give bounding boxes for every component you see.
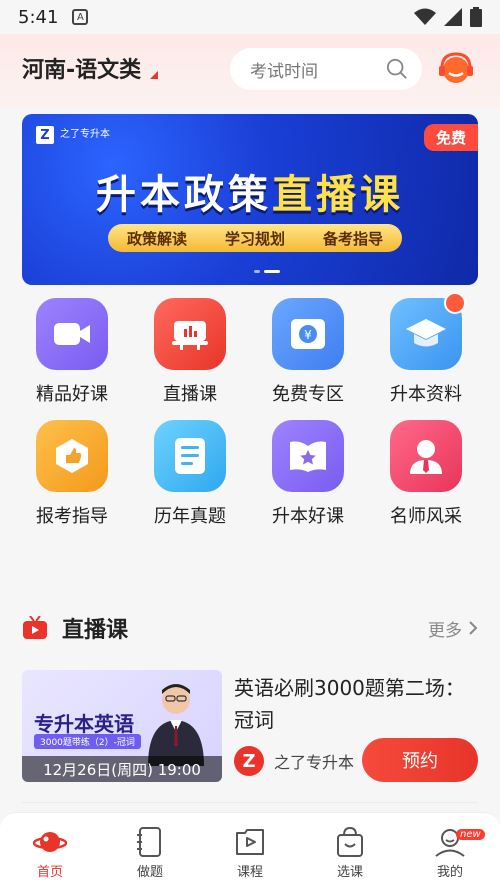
search-placeholder[interactable]: 考试时间 (250, 57, 386, 82)
grid-item-quality-courses[interactable]: 精品好课 (13, 298, 131, 406)
video-camera-icon[interactable] (36, 298, 108, 370)
banner-logo-text: 之了专升本 (60, 129, 110, 140)
live-section-header: 直播课 更多 (22, 608, 478, 648)
tab-practice[interactable]: 做题 (100, 813, 200, 888)
grid-item-live[interactable]: 直播课 (131, 298, 249, 406)
search-icon[interactable] (386, 58, 408, 80)
grid-item-application-guide[interactable]: 报考指导 (13, 420, 131, 528)
grid-label: 升本资料 (390, 384, 462, 405)
reserve-button[interactable]: 预约 (362, 738, 478, 782)
course-org: Z 之了专升本 (234, 746, 354, 776)
more-link[interactable]: 更多 (428, 616, 478, 641)
live-board-icon[interactable] (154, 298, 226, 370)
play-icon[interactable] (233, 825, 267, 859)
header: 河南-语文类 考试时间 (0, 34, 500, 108)
grid-label: 历年真题 (154, 506, 226, 527)
grid-label: 直播课 (163, 384, 217, 405)
section-title: 直播课 (62, 618, 129, 643)
tab-select-course[interactable]: 选课 (300, 813, 400, 888)
tab-label[interactable]: 我的 (437, 861, 463, 880)
hot-flame-icon (444, 292, 466, 314)
tab-home[interactable]: 首页 (0, 813, 100, 888)
banner-title: 升本政策直播课 (22, 162, 478, 220)
more-label[interactable]: 更多 (428, 616, 462, 641)
region-caret-icon[interactable] (150, 71, 158, 79)
tab-label[interactable]: 课程 (237, 861, 263, 880)
banner-tag: 学习规划 (224, 229, 285, 248)
tab-courses[interactable]: 课程 (200, 813, 300, 888)
bottom-tab-bar: 首页 做题 课程 选课 new 我的 (0, 812, 500, 888)
grid-item-materials[interactable]: 升本资料 (367, 292, 485, 406)
teacher-icon[interactable] (390, 420, 462, 492)
course-time: 12月26日(周四) 19:00 (22, 756, 222, 782)
planet-icon[interactable] (33, 825, 67, 859)
svg-text:¥: ¥ (304, 328, 312, 342)
org-name: 之了专升本 (274, 753, 355, 772)
coin-safe-icon[interactable]: ¥ (272, 298, 344, 370)
org-logo-icon: Z (234, 746, 264, 776)
star-book-icon[interactable] (272, 420, 344, 492)
banner-tags: 政策解读 学习规划 备考指导 (108, 224, 402, 252)
course-thumbnail[interactable]: 专升本英语 3000题带练（2）-冠词 12月26日(周四) 19:00 (22, 670, 222, 782)
divider (22, 802, 478, 803)
grid-item-teachers[interactable]: 名师风采 (367, 420, 485, 528)
grid-item-past-papers[interactable]: 历年真题 (131, 420, 249, 528)
a-notification-icon: A (72, 9, 89, 25)
live-course-card[interactable]: 专升本英语 3000题带练（2）-冠词 12月26日(周四) 19:00 英语必… (22, 670, 478, 782)
z-logo-icon: Z (36, 126, 54, 144)
battery-icon (470, 7, 482, 27)
grid-label: 升本好课 (272, 506, 344, 527)
grid-item-good-courses[interactable]: 升本好课 (249, 420, 367, 528)
promo-banner[interactable]: Z 之了专升本 免费 升本政策直播课 政策解读 学习规划 备考指导 (22, 114, 478, 285)
feature-grid: 精品好课 直播课 ¥ 免费专区 升本资料 报考指导 历年真题 升本好课 名师风采 (0, 292, 500, 528)
banner-title-part1: 升本政策 (96, 172, 272, 218)
free-badge: 免费 (423, 124, 478, 151)
grid-item-free-zone[interactable]: ¥ 免费专区 (249, 298, 367, 406)
thumb-subtitle: 3000题带练（2）-冠词 (34, 734, 141, 749)
new-badge: new (456, 829, 485, 840)
banner-title-part2: 直播课 (272, 172, 404, 218)
search-bar[interactable]: 考试时间 (230, 48, 422, 90)
status-bar: 5:41 A (0, 0, 500, 34)
tab-label[interactable]: 选课 (337, 861, 363, 880)
grid-label: 报考指导 (36, 506, 108, 527)
region-selector[interactable]: 河南-语文类 (22, 52, 141, 84)
document-icon[interactable] (154, 420, 226, 492)
banner-tag: 备考指导 (322, 229, 383, 248)
notebook-icon[interactable] (133, 825, 167, 859)
banner-tag: 政策解读 (126, 229, 187, 248)
banner-logo: Z 之了专升本 (36, 126, 110, 144)
grid-label: 免费专区 (272, 384, 344, 405)
grid-label: 名师风采 (390, 506, 462, 527)
teacher-photo (148, 684, 204, 766)
banner-pagination (254, 270, 280, 273)
thumb-title: 专升本英语 (34, 712, 134, 736)
graduation-cap-icon[interactable] (390, 292, 466, 370)
tab-profile[interactable]: new 我的 (400, 813, 500, 888)
pagination-dot (254, 270, 260, 273)
bag-icon[interactable] (333, 825, 367, 859)
pagination-dot-active (264, 270, 280, 273)
course-title[interactable]: 英语必刷3000题第二场：冠词 (234, 672, 478, 736)
grid-label: 精品好课 (36, 384, 108, 405)
wifi-icon (414, 8, 436, 25)
thumbs-up-icon[interactable] (36, 420, 108, 492)
tv-icon (23, 616, 47, 639)
tab-label[interactable]: 首页 (37, 861, 63, 880)
chevron-right-icon[interactable] (468, 620, 478, 636)
status-time: 5:41 (18, 6, 59, 28)
tab-label[interactable]: 做题 (137, 861, 163, 880)
signal-icon (444, 8, 462, 26)
customer-service-icon[interactable] (436, 48, 476, 88)
status-icons (414, 7, 482, 27)
